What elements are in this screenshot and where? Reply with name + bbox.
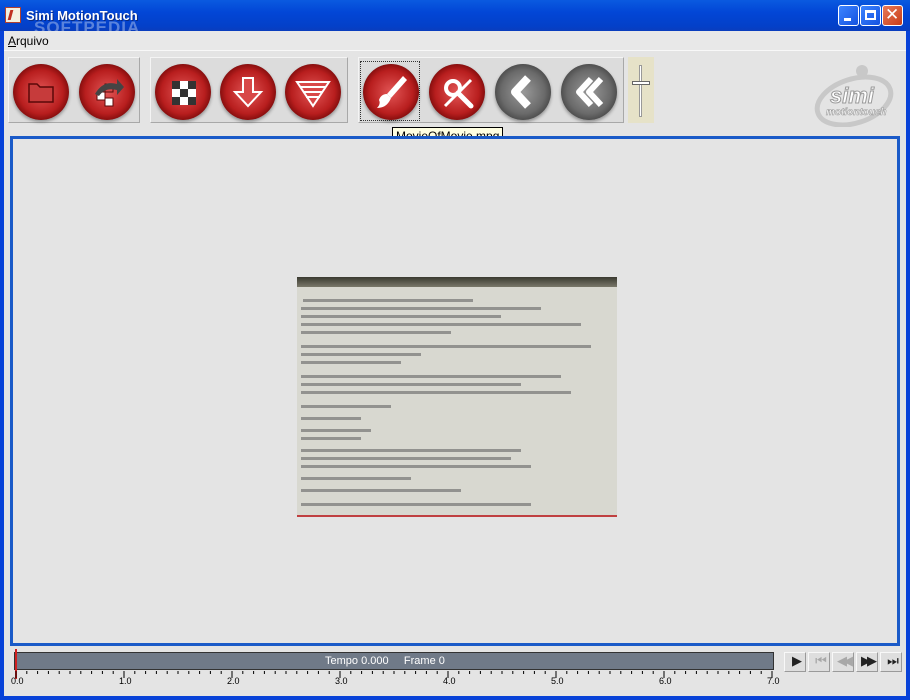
menu-arquivo[interactable]: Arquivo xyxy=(8,34,49,48)
tick-label: 1.0 xyxy=(118,676,132,686)
back-icon xyxy=(511,75,531,109)
rewind-button[interactable] xyxy=(558,61,618,121)
rewind-icon xyxy=(576,76,604,108)
tempo-label: Tempo xyxy=(325,655,359,667)
skip-to-end-icon: ⏭ xyxy=(887,654,899,669)
step-back-icon: ◀◀ xyxy=(837,654,853,669)
tick-label: 3.0 xyxy=(334,676,348,686)
logo-tagline: motiontouch xyxy=(826,107,887,118)
client-area: Arquivo simi motiontouch Tempo 0.000 Fra… xyxy=(4,31,906,696)
play-icon: ▶ xyxy=(792,654,802,669)
folder-icon xyxy=(28,83,54,103)
toolbar xyxy=(4,53,906,127)
menu-bar: Arquivo xyxy=(4,31,906,51)
eraser-icon xyxy=(443,78,474,109)
skip-to-start-button[interactable]: ⏮ xyxy=(808,652,830,672)
timeline-bar[interactable]: Tempo 0.000 Frame 0 xyxy=(14,652,774,670)
title-bar[interactable]: Simi MotionTouch SOFTPEDIA ✕ xyxy=(0,0,910,37)
frame-value: 0 xyxy=(438,655,445,667)
fast-forward-icon: ▶▶ xyxy=(861,654,877,669)
toolbar-group-file xyxy=(8,57,140,123)
transport-controls: ▶ ⏮ ◀◀ ▶▶ ⏭ xyxy=(782,650,906,674)
back-button[interactable] xyxy=(492,61,552,121)
skip-to-end-button[interactable]: ⏭ xyxy=(880,652,902,672)
tick-label: 7.0 xyxy=(766,676,780,686)
close-button[interactable]: ✕ xyxy=(882,5,903,26)
simi-logo: simi motiontouch xyxy=(810,57,902,128)
tick-label: 6.0 xyxy=(658,676,672,686)
logo-name: simi xyxy=(830,83,875,108)
minimize-button[interactable] xyxy=(838,5,859,26)
timeline-readout: Tempo 0.000 Frame 0 xyxy=(325,655,445,667)
close-icon: ✕ xyxy=(885,5,900,25)
slider-thumb[interactable] xyxy=(632,81,650,85)
eraser-button[interactable] xyxy=(426,61,486,121)
tick-label: 2.0 xyxy=(226,676,240,686)
toolbar-group-draw xyxy=(358,57,624,123)
triangle-button[interactable] xyxy=(282,61,342,121)
menu-arquivo-label: rquivo xyxy=(16,34,49,48)
menu-arquivo-mnemonic: A xyxy=(8,34,17,48)
download-arrow-icon xyxy=(232,77,264,108)
frame-label: Frame xyxy=(403,655,436,667)
maximize-icon xyxy=(865,10,876,20)
skip-to-start-icon: ⏮ xyxy=(815,654,827,669)
brush-icon xyxy=(377,76,407,108)
checker-grid-icon xyxy=(172,81,196,105)
maximize-button[interactable] xyxy=(860,5,881,26)
tick-label: 5.0 xyxy=(550,676,564,686)
tick-label: 4.0 xyxy=(442,676,456,686)
share-button[interactable] xyxy=(76,61,136,121)
video-frame[interactable] xyxy=(297,277,617,517)
striped-triangle-icon xyxy=(295,81,331,108)
tempo-value: 0.000 xyxy=(361,655,389,667)
minimize-icon xyxy=(844,18,851,21)
video-panel[interactable] xyxy=(10,136,900,646)
download-button[interactable] xyxy=(217,61,277,121)
grid-button[interactable] xyxy=(152,61,212,121)
app-window: Simi MotionTouch SOFTPEDIA ✕ Arquivo sim… xyxy=(0,0,910,700)
play-button[interactable]: ▶ xyxy=(784,652,806,672)
timeline[interactable]: Tempo 0.000 Frame 0 0.0 1.0 2.0 3.0 4.0 5.0 6.… xyxy=(10,649,780,693)
tick-label: 0.0 xyxy=(10,676,24,686)
fast-forward-button[interactable]: ▶▶ xyxy=(856,652,878,672)
brush-button[interactable] xyxy=(360,61,420,121)
slider-track xyxy=(639,65,642,117)
toolbar-group-edit xyxy=(150,57,348,123)
zoom-slider[interactable] xyxy=(628,57,654,123)
step-back-button[interactable]: ◀◀ xyxy=(832,652,854,672)
share-arrow-icon xyxy=(95,79,124,107)
open-button[interactable] xyxy=(10,61,70,121)
app-icon[interactable] xyxy=(5,7,21,23)
